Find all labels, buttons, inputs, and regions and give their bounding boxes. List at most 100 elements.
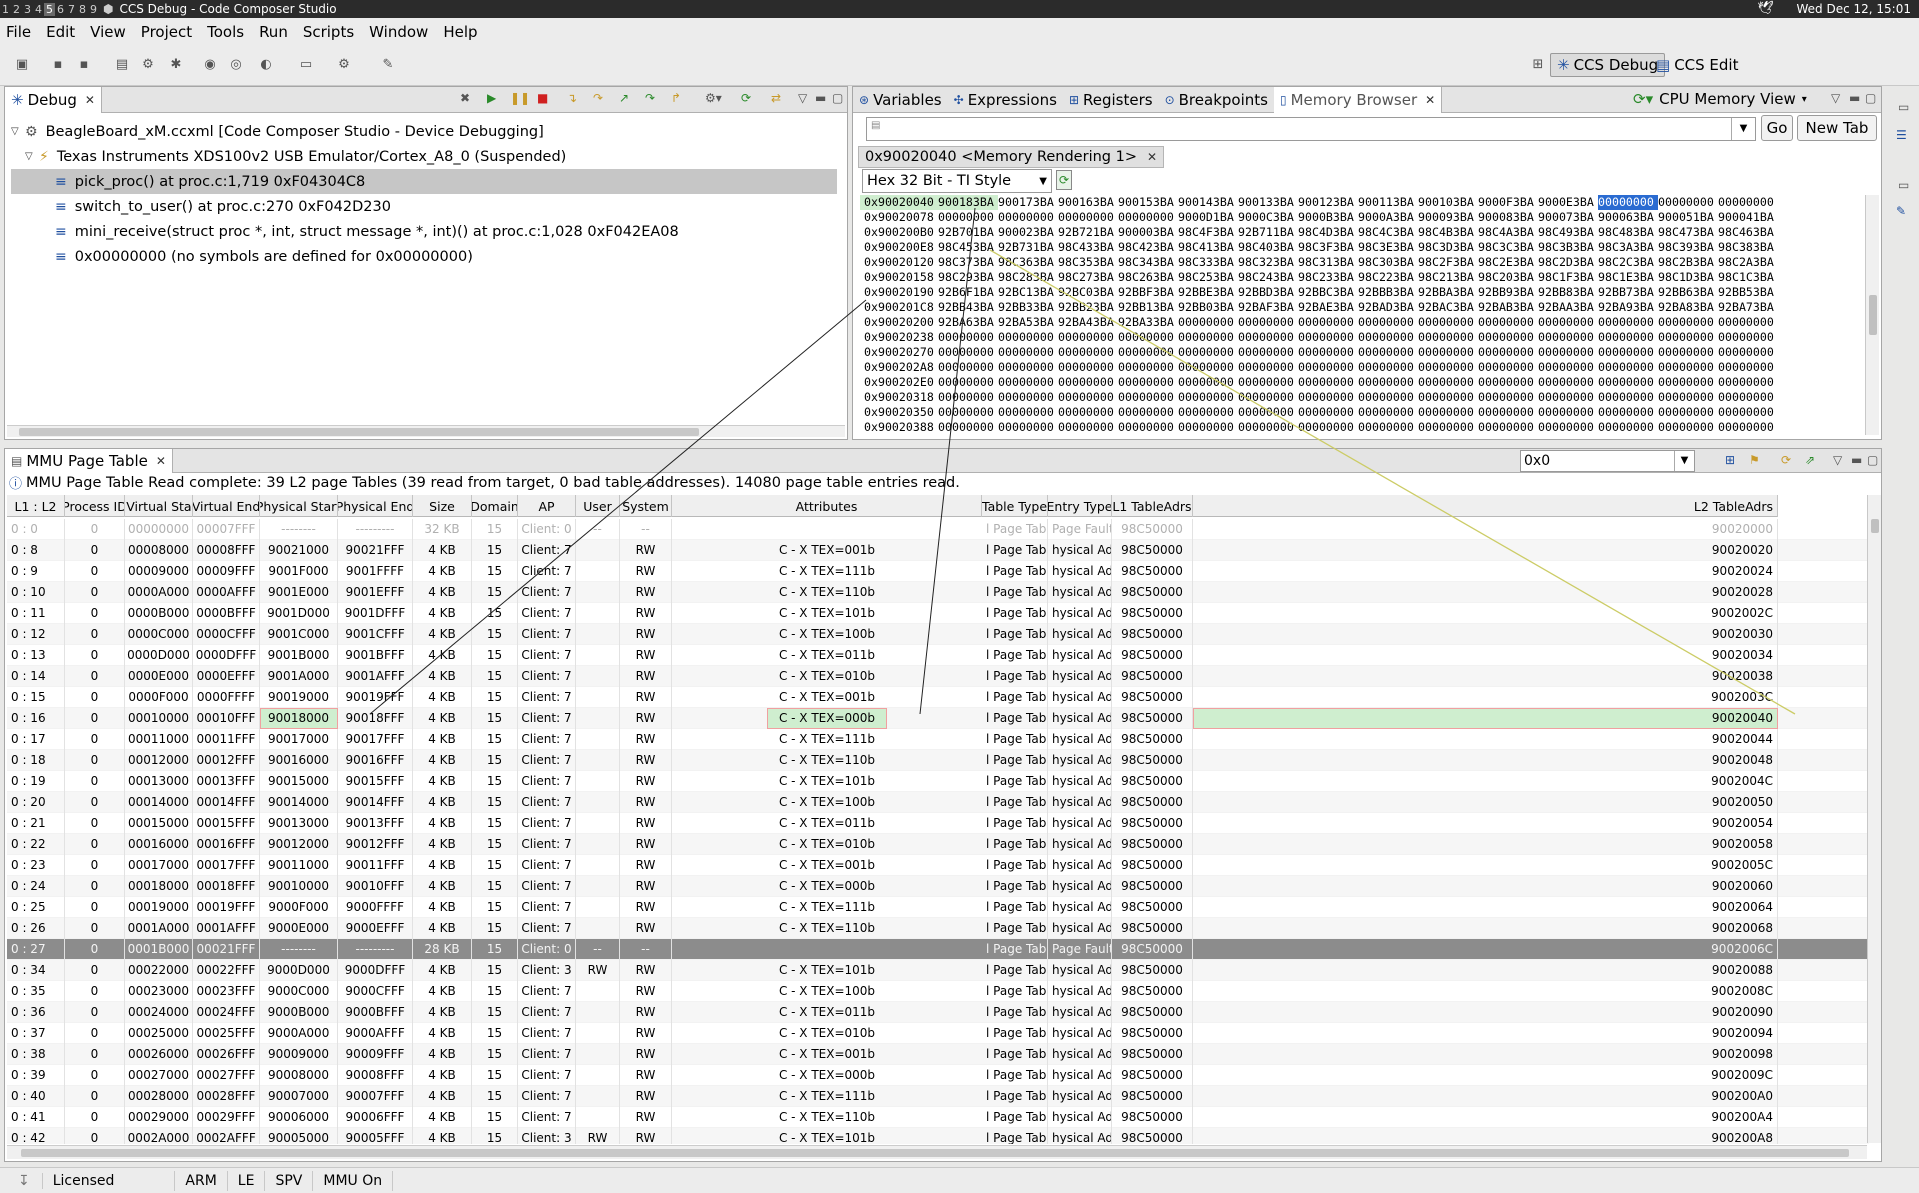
memory-cell[interactable]: 00000000 (1178, 360, 1238, 375)
memory-cell[interactable]: 98C273BA (1058, 270, 1118, 285)
memory-cell[interactable]: 98C3D3BA (1418, 240, 1478, 255)
memory-cell[interactable]: 98C473BA (1658, 225, 1718, 240)
memory-cell[interactable]: 00000000 (1418, 420, 1478, 435)
breakpoint-icon[interactable]: ◉ (200, 55, 220, 75)
memory-cell[interactable]: 00000000 (1538, 375, 1598, 390)
memory-cell[interactable]: 00000000 (1418, 330, 1478, 345)
menu-view[interactable]: View (90, 23, 126, 41)
memory-cell[interactable]: 9000B3BA (1298, 210, 1358, 225)
memory-cell[interactable]: 00000000 (1718, 315, 1778, 330)
tab-expressions[interactable]: ✣ Expressions (948, 87, 1063, 113)
memory-cell[interactable]: 92B721BA (1058, 225, 1118, 240)
memory-cell[interactable]: 00000000 (938, 360, 998, 375)
memory-cell[interactable]: 92BBD3BA (1238, 285, 1298, 300)
memory-cell[interactable]: 900183BA (938, 195, 998, 210)
workspace-1[interactable]: 1 (0, 3, 11, 16)
memory-cell[interactable]: 98C1F3BA (1538, 270, 1598, 285)
memory-cell[interactable]: 98C4F3BA (1178, 225, 1238, 240)
debug-view-icon[interactable]: ▤ (112, 55, 132, 75)
memory-cell[interactable]: 00000000 (1418, 345, 1478, 360)
debug-tree-item[interactable]: ≡ pick_proc() at proc.c:1,719 0xF04304C8 (11, 169, 837, 194)
close-icon[interactable]: ✕ (1147, 150, 1157, 164)
filter-icon[interactable]: ⚑ (1749, 453, 1760, 467)
memory-cell[interactable]: 98C323BA (1238, 255, 1298, 270)
memory-cell[interactable]: 92BA73BA (1718, 300, 1778, 315)
memory-cell[interactable]: 9000E3BA (1538, 195, 1598, 210)
memory-cell[interactable]: 00000000 (1238, 405, 1298, 420)
memory-cell[interactable]: 900113BA (1358, 195, 1418, 210)
memory-cell[interactable]: 9000A3BA (1358, 210, 1418, 225)
memory-format-select[interactable]: Hex 32 Bit - TI Style ▼ (862, 169, 1052, 193)
memory-cell[interactable]: 00000000 (1358, 420, 1418, 435)
memory-cell[interactable]: 00000000 (1538, 315, 1598, 330)
memory-cell[interactable]: 900093BA (1418, 210, 1478, 225)
memory-cell[interactable]: 00000000 (998, 405, 1058, 420)
connect-icon[interactable]: ⚙ (138, 55, 158, 75)
memory-cell[interactable]: 900003BA (1118, 225, 1178, 240)
filter-dropdown-icon[interactable]: ▼ (1674, 451, 1694, 471)
memory-cell[interactable]: 98C353BA (1058, 255, 1118, 270)
memory-cell[interactable]: 92BA63BA (938, 315, 998, 330)
minimize-icon[interactable]: ▬ (815, 91, 826, 105)
memory-cell[interactable]: 00000000 (998, 330, 1058, 345)
memory-cell[interactable]: 00000000 (1058, 360, 1118, 375)
memory-cell[interactable]: 92BA53BA (998, 315, 1058, 330)
memory-cell[interactable]: 00000000 (1598, 420, 1658, 435)
open-perspective-icon[interactable]: ⊞ (1528, 55, 1548, 75)
memory-cell[interactable]: 00000000 (998, 345, 1058, 360)
perspective-ccs-debug[interactable]: ✳ CCS Debug (1550, 53, 1666, 77)
memory-cell[interactable]: 98C263BA (1118, 270, 1178, 285)
menu-scripts[interactable]: Scripts (303, 23, 354, 41)
memory-cell[interactable]: 98C403BA (1238, 240, 1298, 255)
memory-cell[interactable]: 00000000 (1418, 375, 1478, 390)
workspace-6[interactable]: 6 (55, 3, 66, 16)
memory-cell[interactable]: 00000000 (1478, 420, 1538, 435)
workspace-9[interactable]: 9 (88, 3, 99, 16)
close-icon[interactable]: ✕ (1425, 93, 1435, 107)
table-row[interactable]: 0 : 26 0 0001A000 0001AFFF 9000E000 9000EFFF 4… (7, 917, 1869, 939)
memory-cell[interactable]: 00000000 (998, 375, 1058, 390)
memory-cell[interactable]: 00000000 (1658, 195, 1718, 210)
memory-cell[interactable]: 92BB93BA (1478, 285, 1538, 300)
go-button[interactable]: Go (1761, 115, 1793, 141)
col-header-physical-end[interactable]: Physical End (338, 495, 413, 517)
suspend-icon[interactable]: ❚❚ (510, 91, 530, 105)
memory-cell[interactable]: 00000000 (1478, 390, 1538, 405)
memory-cell[interactable]: 900173BA (998, 195, 1058, 210)
terminal-icon[interactable]: ▭ (296, 55, 316, 75)
table-row[interactable]: 0 : 8 0 00008000 00008FFF 90021000 90021FFF 4 … (7, 539, 1869, 561)
memory-cell[interactable]: 00000000 (1298, 420, 1358, 435)
assembly-step-over-icon[interactable]: ↱ (671, 91, 681, 105)
outline-icon[interactable]: ☰ (1896, 128, 1907, 142)
memory-cell[interactable]: 00000000 (1358, 390, 1418, 405)
menu-tools[interactable]: Tools (207, 23, 244, 41)
table-row[interactable]: 0 : 21 0 00015000 00015FFF 90013000 90013FFF 4… (7, 812, 1869, 834)
memory-cell[interactable]: 00000000 (1658, 330, 1718, 345)
memory-cell[interactable]: 900133BA (1238, 195, 1298, 210)
workspace-7[interactable]: 7 (66, 3, 77, 16)
new-tab-button[interactable]: New Tab (1797, 115, 1877, 141)
col-header-entry-type[interactable]: Entry Type (1048, 495, 1112, 517)
memory-cell[interactable]: 00000000 (1358, 360, 1418, 375)
table-row[interactable]: 0 : 38 0 00026000 00026FFF 90009000 90009FFF 4… (7, 1043, 1869, 1065)
save-all-icon[interactable]: ▪ (74, 55, 94, 75)
memory-cell[interactable]: 98C413BA (1178, 240, 1238, 255)
memory-cell[interactable]: 00000000 (1178, 345, 1238, 360)
memory-cell[interactable]: 00000000 (1058, 390, 1118, 405)
memory-cell[interactable]: 98C283BA (998, 270, 1058, 285)
memory-cell[interactable]: 92B731BA (998, 240, 1058, 255)
memory-cell[interactable]: 98C2E3BA (1478, 255, 1538, 270)
memory-cell[interactable]: 98C2F3BA (1418, 255, 1478, 270)
table-row[interactable]: 0 : 35 0 00023000 00023FFF 9000C000 9000CFFF 4… (7, 980, 1869, 1002)
workspace-switcher[interactable]: 123456789 (0, 0, 99, 18)
memory-cell[interactable]: 92BA33BA (1118, 315, 1178, 330)
memory-cell[interactable]: 00000000 (1118, 390, 1178, 405)
memory-cell[interactable]: 98C383BA (1718, 240, 1778, 255)
memory-cell[interactable]: 00000000 (1658, 345, 1718, 360)
memory-cell[interactable]: 98C303BA (1358, 255, 1418, 270)
col-header-l2-tableadrs[interactable]: L2 TableAdrs (1193, 495, 1778, 517)
memory-cell[interactable]: 00000000 (1238, 420, 1298, 435)
workspace-2[interactable]: 2 (11, 3, 22, 16)
table-row[interactable]: 0 : 18 0 00012000 00012FFF 90016000 90016FFF 4… (7, 749, 1869, 771)
menu-file[interactable]: File (6, 23, 31, 41)
